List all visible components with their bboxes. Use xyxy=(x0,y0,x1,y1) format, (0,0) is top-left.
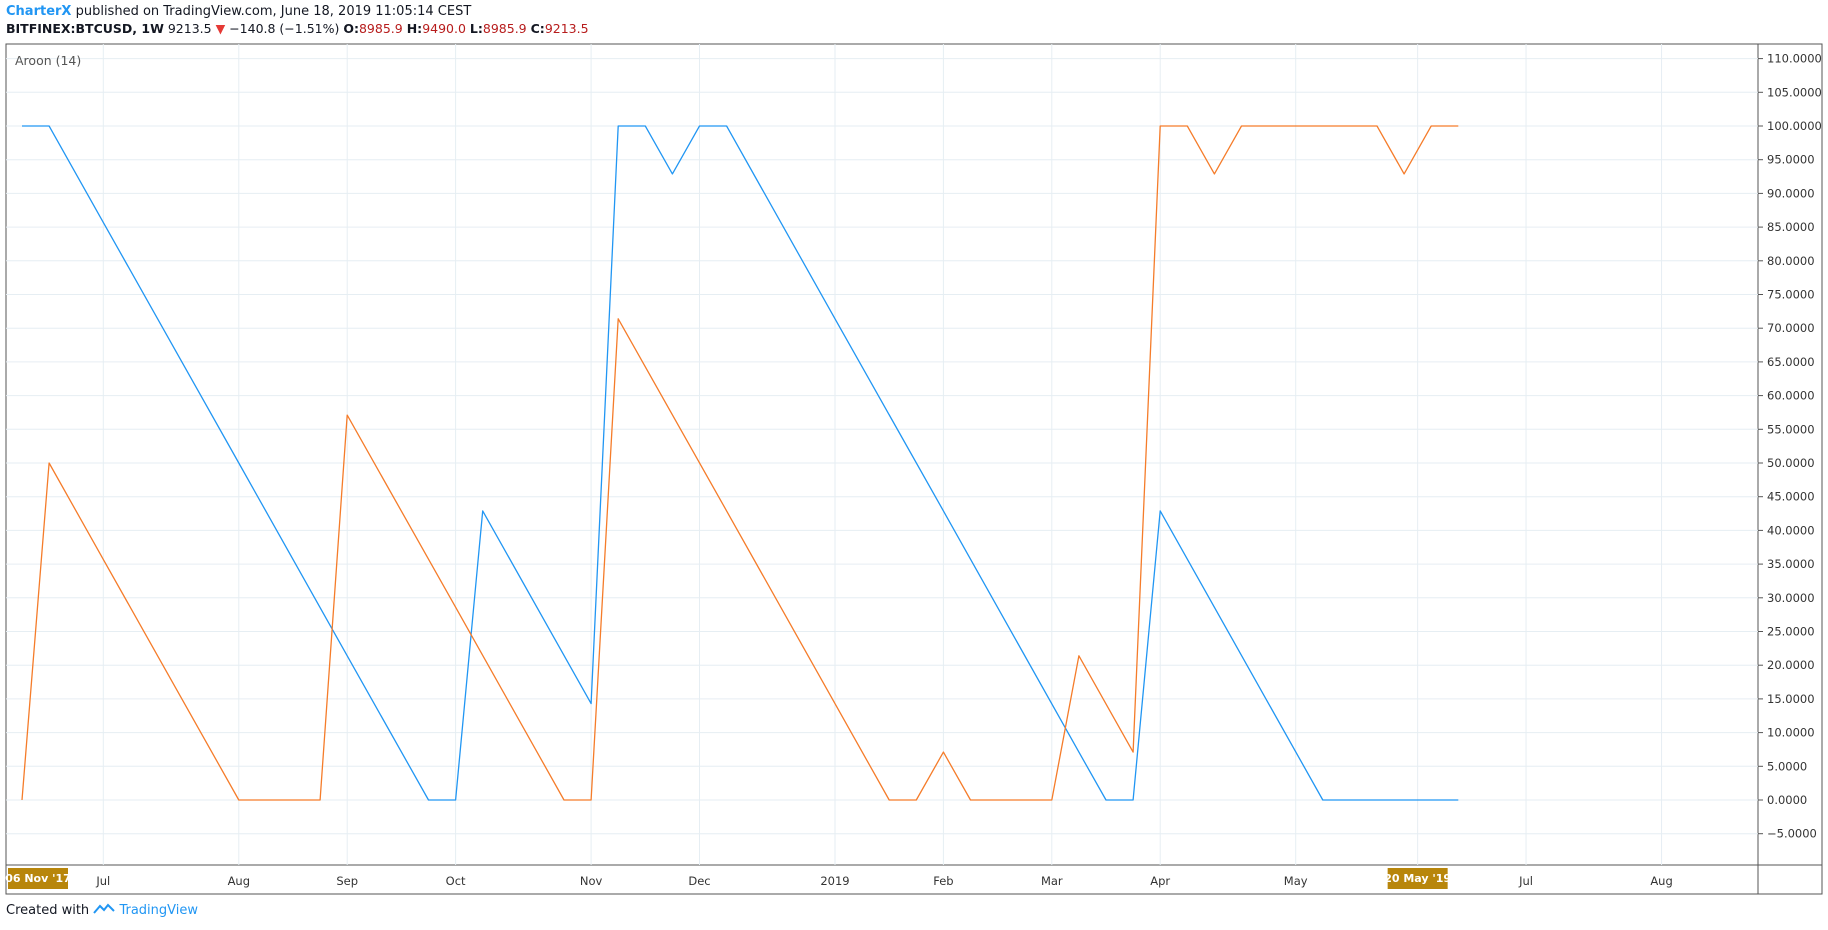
price-axis[interactable]: 110.0000 105.0000 100.0000 95.0000 90.0000 85… xyxy=(1758,52,1822,841)
x-end-badge: 20 May '19 xyxy=(1384,872,1451,885)
y-tick-label: 90.0000 xyxy=(1767,186,1815,200)
x-tick-label: 2019 xyxy=(820,874,849,888)
x-tick-label: Jul xyxy=(95,874,110,888)
x-tick-label: Dec xyxy=(688,874,710,888)
y-tick-label: 70.0000 xyxy=(1767,321,1815,335)
y-tick-label: 80.0000 xyxy=(1767,254,1815,268)
x-tick-label: Aug xyxy=(228,874,250,888)
x-tick-label: Jul xyxy=(1518,874,1533,888)
indicator-title[interactable]: Aroon (14) xyxy=(15,53,81,68)
y-tick-label: 85.0000 xyxy=(1767,220,1815,234)
y-tick-label: 15.0000 xyxy=(1767,692,1815,706)
x-tick-label: Apr xyxy=(1150,874,1170,888)
y-tick-label: 60.0000 xyxy=(1767,389,1815,403)
y-tick-label: −5.0000 xyxy=(1767,827,1817,841)
y-tick-label: 50.0000 xyxy=(1767,456,1815,470)
x-tick-label: Feb xyxy=(933,874,953,888)
y-tick-label: 55.0000 xyxy=(1767,422,1815,436)
y-tick-label: 40.0000 xyxy=(1767,523,1815,537)
y-tick-label: 0.0000 xyxy=(1767,793,1807,807)
y-tick-label: 95.0000 xyxy=(1767,153,1815,167)
y-tick-label: 110.0000 xyxy=(1767,52,1822,66)
tradingview-logo-icon xyxy=(93,903,119,918)
x-tick-label: Oct xyxy=(446,874,466,888)
y-tick-label: 100.0000 xyxy=(1767,119,1822,133)
x-tick-label: May xyxy=(1284,874,1308,888)
y-tick-label: 75.0000 xyxy=(1767,288,1815,302)
y-tick-label: 10.0000 xyxy=(1767,726,1815,740)
y-tick-label: 65.0000 xyxy=(1767,355,1815,369)
x-tick-label: Nov xyxy=(580,874,603,888)
y-tick-label: 105.0000 xyxy=(1767,85,1822,99)
x-start-badge: 06 Nov '17 xyxy=(5,872,71,885)
grid-lines xyxy=(6,44,1758,865)
y-tick-label: 5.0000 xyxy=(1767,759,1807,773)
x-tick-label: Mar xyxy=(1041,874,1063,888)
aroon-chart[interactable]: 110.0000 105.0000 100.0000 95.0000 90.0000 85… xyxy=(0,0,1828,930)
y-tick-label: 45.0000 xyxy=(1767,490,1815,504)
y-tick-label: 35.0000 xyxy=(1767,557,1815,571)
tradingview-link[interactable]: TradingView xyxy=(119,903,198,918)
y-tick-label: 30.0000 xyxy=(1767,591,1815,605)
x-tick-label: Aug xyxy=(1650,874,1672,888)
footer: Created with TradingView xyxy=(6,903,198,918)
y-tick-label: 25.0000 xyxy=(1767,625,1815,639)
y-tick-label: 20.0000 xyxy=(1767,658,1815,672)
x-tick-label: Sep xyxy=(336,874,358,888)
time-axis[interactable]: JulAugSepOctNovDec2019FebMarAprMayJunJul… xyxy=(5,868,1673,889)
created-with-text: Created with xyxy=(6,903,90,918)
